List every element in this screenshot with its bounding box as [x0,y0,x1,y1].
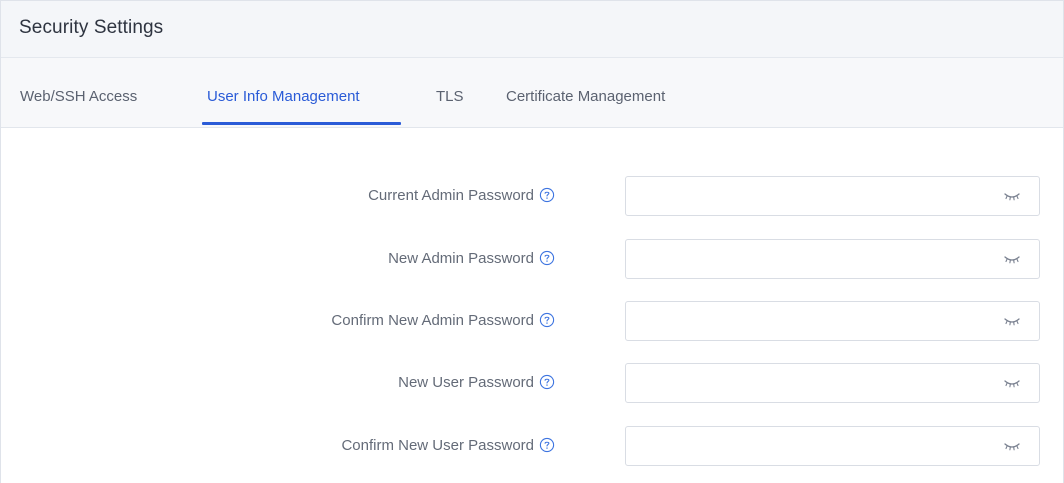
new-user-password-input[interactable] [625,363,1040,403]
form-row-new-user-password: New User Password [1,363,1063,403]
active-tab-indicator [202,122,401,125]
help-icon[interactable] [539,250,555,266]
help-icon[interactable] [539,187,555,203]
eye-closed-icon[interactable] [1003,189,1021,201]
tab-tls[interactable]: TLS [436,88,464,105]
eye-closed-icon[interactable] [1003,314,1021,326]
tab-bar: Web/SSH Access User Info Management TLS … [1,58,1063,128]
help-icon[interactable] [539,374,555,390]
eye-closed-icon[interactable] [1003,376,1021,388]
tab-web-ssh-access[interactable]: Web/SSH Access [20,88,137,105]
tab-certificate-management[interactable]: Certificate Management [506,88,665,105]
field-label: New Admin Password [388,250,534,267]
field-label: Confirm New Admin Password [331,312,534,329]
eye-closed-icon[interactable] [1003,252,1021,264]
form-row-new-admin-password: New Admin Password [1,239,1063,279]
new-admin-password-input[interactable] [625,239,1040,279]
form-row-current-admin-password: Current Admin Password [1,176,1063,216]
form-row-confirm-new-user-password: Confirm New User Password [1,426,1063,466]
security-settings-panel: Security Settings Web/SSH Access User In… [0,0,1064,483]
help-icon[interactable] [539,312,555,328]
tab-user-info-management[interactable]: User Info Management [207,88,360,105]
field-label: Current Admin Password [368,187,534,204]
confirm-new-admin-password-input[interactable] [625,301,1040,341]
form-row-confirm-new-admin-password: Confirm New Admin Password [1,301,1063,341]
panel-header: Security Settings [1,1,1063,58]
field-label: Confirm New User Password [341,437,534,454]
eye-closed-icon[interactable] [1003,439,1021,451]
confirm-new-user-password-input[interactable] [625,426,1040,466]
field-label: New User Password [398,374,534,391]
help-icon[interactable] [539,437,555,453]
page-title: Security Settings [19,17,164,38]
current-admin-password-input[interactable] [625,176,1040,216]
